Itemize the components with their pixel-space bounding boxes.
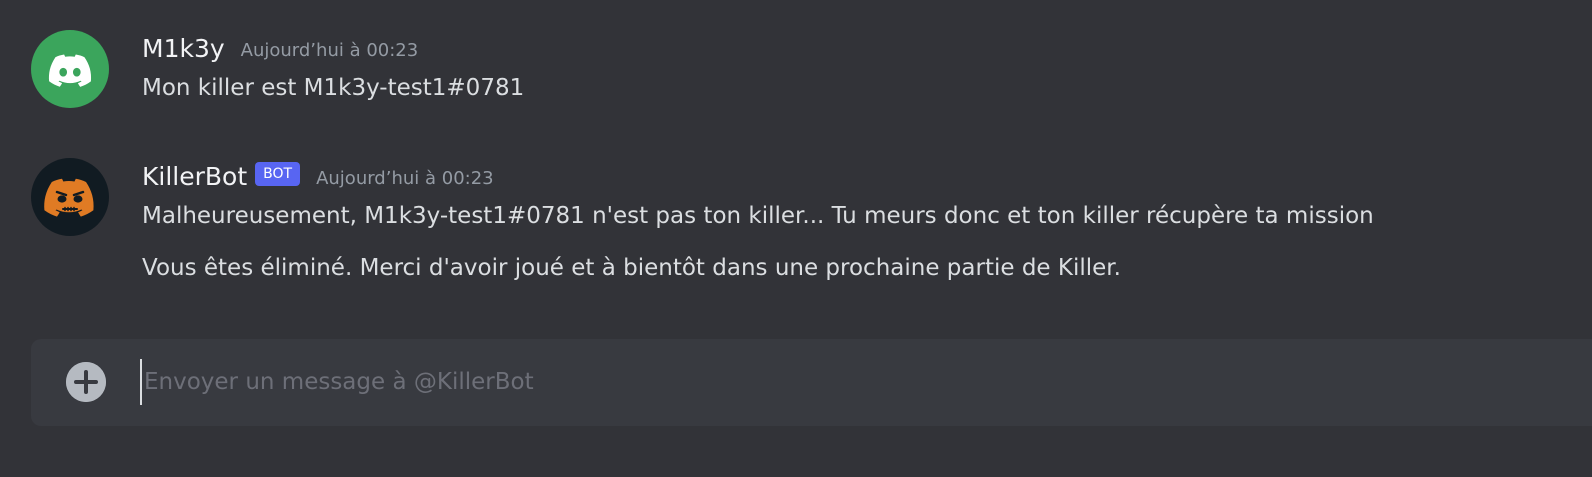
discord-logo-icon [31,30,109,108]
message-content: Mon killer est M1k3y-test1#0781 [142,75,525,101]
avatar[interactable] [31,158,109,236]
bot-badge: BOT [255,162,301,186]
message-header: KillerBot BOT Aujourd’hui à 00:23 [142,158,494,194]
plus-circle-icon [66,362,106,402]
avatar[interactable] [31,30,109,108]
username[interactable]: M1k3y [142,34,225,63]
add-attachment-button[interactable] [66,362,106,402]
username[interactable]: KillerBot [142,162,247,191]
message-content: Malheureusement, M1k3y-test1#0781 n'est … [142,203,1374,229]
chat-view: M1k3y Aujourd’hui à 00:23 Mon killer est… [0,0,1592,477]
message-input[interactable] [140,359,1544,405]
timestamp[interactable]: Aujourd’hui à 00:23 [316,168,494,189]
timestamp[interactable]: Aujourd’hui à 00:23 [241,40,419,61]
message-content: Vous êtes éliminé. Merci d'avoir joué et… [142,255,1121,281]
message-header: M1k3y Aujourd’hui à 00:23 [142,30,418,66]
killerbot-avatar-icon [31,158,109,236]
message-composer [31,339,1592,426]
